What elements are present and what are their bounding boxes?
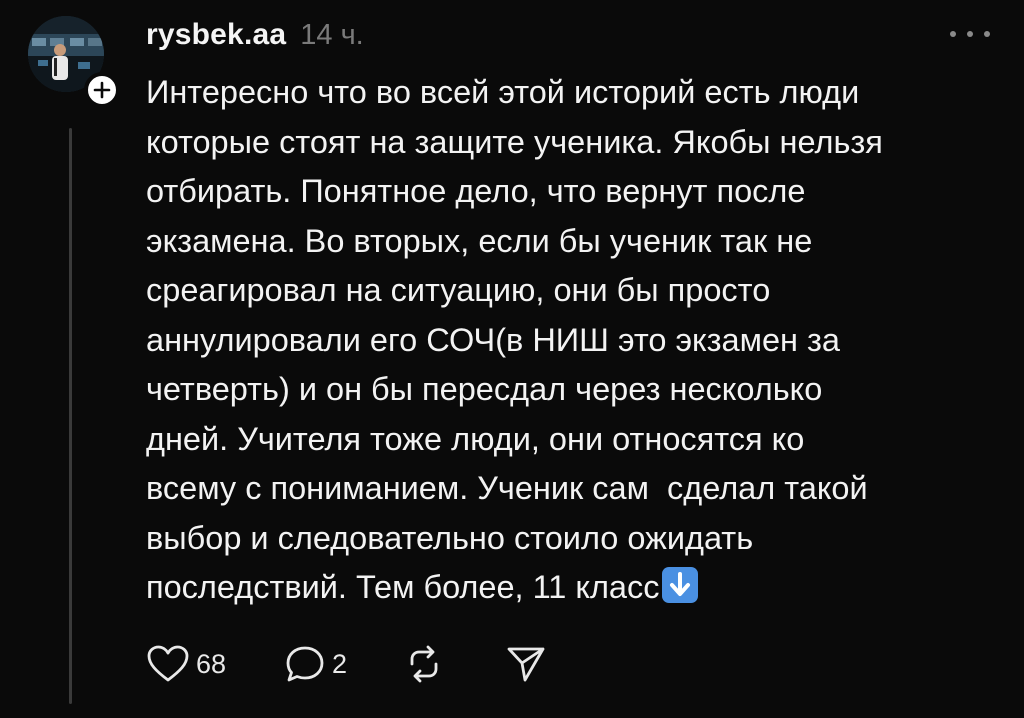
comment-bubble-icon [286, 646, 324, 682]
more-options-button[interactable] [950, 22, 990, 46]
thread-post: rysbek.aa 14 ч. Интересно что во всей эт… [0, 0, 1024, 718]
post-text-line: дней. Учителя тоже люди, они относятся к… [146, 420, 805, 457]
post-text-last-line: последствий. Тем более, 11 класс [146, 563, 996, 613]
like-count: 68 [196, 648, 227, 679]
username-link[interactable]: rysbek.aa [146, 18, 286, 52]
reply-count: 2 [332, 648, 348, 679]
post-text-line: экзамена. Во вторых, если бы ученик так … [146, 222, 813, 259]
send-icon [507, 647, 545, 682]
repost-button[interactable] [403, 644, 445, 684]
post-text-line: среагировал на ситуацию, они бы просто [146, 272, 771, 308]
repost-icon [410, 645, 438, 683]
post-header: rysbek.aa 14 ч. [146, 18, 364, 58]
more-dot [967, 31, 973, 37]
avatar-container [28, 16, 120, 108]
more-dots-icon [950, 31, 956, 37]
post-text-line: аннулировали его СОЧ(в НИШ это экзамен з… [146, 321, 840, 358]
post-text-line: выбор и следовательно стоило ожидать [146, 519, 754, 556]
plus-icon [93, 81, 111, 99]
down-arrow-icon [669, 572, 690, 596]
post-text-line: отбирать. Понятное дело, что вернут посл… [146, 173, 806, 209]
post-text-line: Интересно что во всей этой историй есть … [146, 74, 860, 110]
down-arrow-emoji [661, 567, 698, 603]
post-text-line: четверть) и он бы пересдал через несколь… [146, 371, 823, 407]
thread-line [69, 128, 72, 704]
like-button[interactable]: 68 [146, 644, 226, 684]
action-bar: 68 2 [146, 640, 547, 688]
heart-icon [147, 645, 189, 682]
more-dot [984, 31, 990, 37]
post-text-line: последствий. Тем более, 11 класс [146, 569, 660, 605]
post-text-line: которые стоят на защите ученика. Якобы н… [146, 123, 883, 160]
post-text: Интересно что во всей этой историй есть … [146, 68, 996, 613]
follow-button[interactable] [84, 72, 120, 108]
share-button[interactable] [505, 644, 547, 684]
post-text-line: всему с пониманием. Ученик сам сделал та… [146, 470, 868, 506]
post-timestamp: 14 ч. [300, 19, 364, 51]
reply-button[interactable]: 2 [284, 644, 347, 684]
